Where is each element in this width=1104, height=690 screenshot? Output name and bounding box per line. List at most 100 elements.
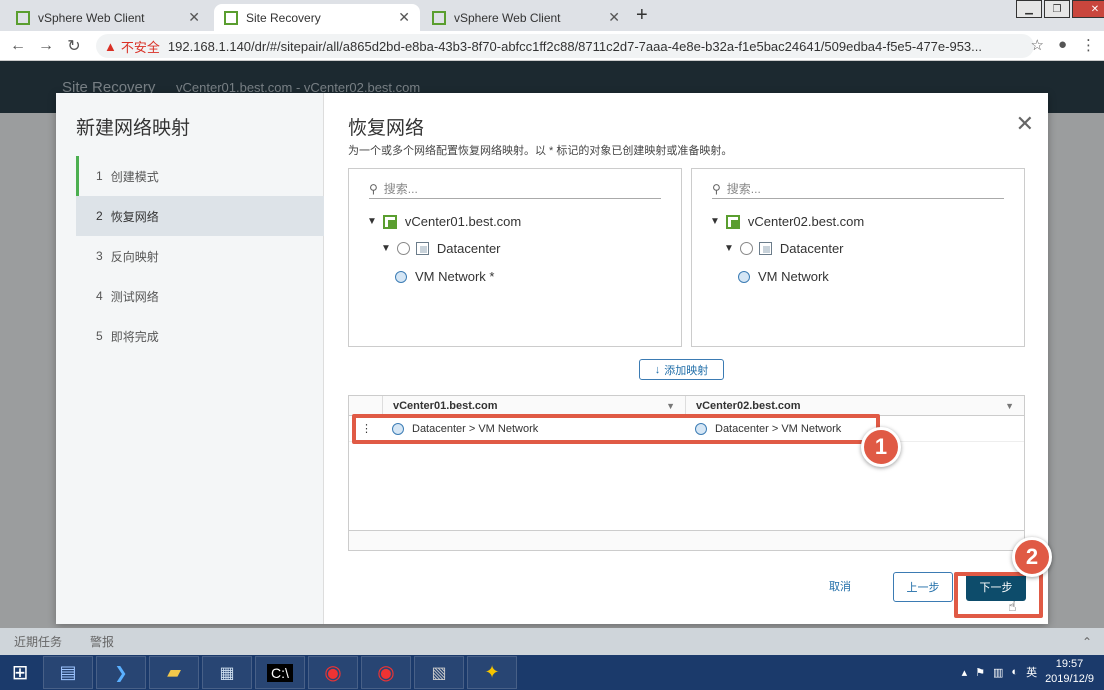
close-icon[interactable]: ✕ <box>188 9 200 26</box>
cmd-icon: C:\ <box>267 663 293 682</box>
column-header-target[interactable]: vCenter02.best.com ▼ <box>685 396 1024 415</box>
tray-flag-icon[interactable]: ⚑ <box>975 666 985 679</box>
tree-node-vcenter[interactable]: ▼ vCenter01.best.com <box>367 214 521 229</box>
windows-logo-icon: ⊞ <box>11 662 29 684</box>
content-title: 恢复网络 <box>348 118 425 139</box>
chrome-icon: ◉ <box>324 662 342 684</box>
url-input[interactable]: ▲ 不安全 192.168.1.140/dr/#/sitepair/all/a8… <box>96 34 1034 58</box>
datacenter-radio[interactable] <box>396 242 410 255</box>
close-icon[interactable]: ✕ <box>398 9 410 26</box>
tree-node-network[interactable]: VM Network * <box>395 269 494 284</box>
step-recovery-network[interactable]: 2 恢复网络 <box>76 196 324 236</box>
taskbar-powershell[interactable]: ❯ <box>96 656 146 689</box>
step-test-network[interactable]: 4 测试网络 <box>76 276 324 316</box>
taskbar-explorer[interactable]: ▰ <box>149 656 199 689</box>
new-network-mapping-dialog: 新建网络映射 1 创建模式 2 恢复网络 3 反向映射 4 测试网络 5 即将完… <box>56 93 1048 624</box>
tree-label: vCenter01.best.com <box>404 214 522 229</box>
tab-vsphere-1[interactable]: vSphere Web Client ✕ <box>6 4 210 31</box>
search-input[interactable]: ⚲ 搜索... <box>712 179 1004 199</box>
taskbar-chrome-1[interactable]: ◉ <box>308 656 358 689</box>
clock[interactable]: 19:57 2019/12/9 <box>1045 657 1094 687</box>
grid-header-spacer <box>349 396 382 415</box>
chevron-down-icon[interactable]: ▼ <box>381 243 391 254</box>
window-close-button[interactable]: ✕ <box>1072 0 1104 18</box>
step-label: 测试网络 <box>110 289 159 304</box>
vsphere-icon <box>16 10 30 25</box>
back-icon[interactable]: ← <box>4 37 32 55</box>
chevron-down-icon[interactable]: ▼ <box>367 216 377 227</box>
taskbar-paint[interactable]: ▧ <box>414 656 464 689</box>
clock-date: 2019/12/9 <box>1045 673 1094 685</box>
chevron-up-icon[interactable]: ⌃ <box>1082 635 1092 649</box>
browser-tab-bar: vSphere Web Client ✕ Site Recovery ✕ vSp… <box>0 0 1104 31</box>
datacenter-icon <box>415 242 429 255</box>
minimize-button[interactable]: ▁ <box>1016 0 1042 18</box>
tree-label: VM Network * <box>415 269 495 284</box>
taskbar-cmd[interactable]: C:\ <box>255 656 305 689</box>
chevron-down-icon[interactable]: ▼ <box>724 243 734 254</box>
filter-icon[interactable]: ▼ <box>1005 401 1014 411</box>
close-icon[interactable]: ✕ <box>608 9 620 26</box>
filter-icon[interactable]: ▼ <box>666 401 675 411</box>
annotation-highlight-row <box>352 414 880 444</box>
tree-label: Datacenter <box>779 241 844 256</box>
ime-indicator[interactable]: 英 <box>1026 664 1037 680</box>
column-header-source[interactable]: vCenter01.best.com ▼ <box>382 396 685 415</box>
pin-icon: ✦ <box>484 662 500 682</box>
paint-icon: ▧ <box>431 664 447 682</box>
window-controls: ▁ ❐ ✕ <box>1014 0 1104 18</box>
column-label: vCenter01.best.com <box>393 399 498 412</box>
step-label: 恢复网络 <box>110 209 159 224</box>
forward-icon[interactable]: → <box>32 37 60 55</box>
network-icon <box>738 270 750 283</box>
tray-volume-icon[interactable]: ◐ <box>1011 666 1018 678</box>
tree-node-vcenter[interactable]: ▼ vCenter02.best.com <box>710 214 864 229</box>
back-button[interactable]: 上一步 <box>893 572 953 602</box>
new-tab-button[interactable]: + <box>636 4 648 27</box>
site-recovery-icon <box>224 10 238 25</box>
menu-icon[interactable]: ⋮ <box>1081 36 1096 54</box>
tab-site-recovery[interactable]: Site Recovery ✕ <box>214 4 420 31</box>
recent-tasks-tab[interactable]: 近期任务 <box>14 633 62 650</box>
taskbar-app[interactable]: ✦ <box>467 656 517 689</box>
wizard-steps: 1 创建模式 2 恢复网络 3 反向映射 4 测试网络 5 即将完成 <box>76 156 324 356</box>
account-icon[interactable]: ● <box>1058 36 1067 54</box>
taskbar-chrome-2[interactable]: ◉ <box>361 656 411 689</box>
datacenter-radio[interactable] <box>739 242 753 255</box>
search-input[interactable]: ⚲ 搜索... <box>369 179 661 199</box>
cancel-button[interactable]: 取消 <box>829 578 851 594</box>
tray-chevron-up-icon[interactable]: ▴ <box>962 666 968 679</box>
reload-icon[interactable]: ↻ <box>60 36 88 56</box>
alarms-tab[interactable]: 警报 <box>90 633 114 650</box>
source-network-tree: ⚲ 搜索... ▼ vCenter01.best.com ▼ Datacente… <box>348 168 682 347</box>
add-mapping-button[interactable]: ↓ 添加映射 <box>639 359 724 380</box>
maximize-button[interactable]: ❐ <box>1044 0 1070 18</box>
step-label: 即将完成 <box>110 329 159 344</box>
close-dialog-icon[interactable]: ✕ <box>1016 111 1034 137</box>
tab-label: vSphere Web Client <box>38 10 145 25</box>
step-ready-to-complete[interactable]: 5 即将完成 <box>76 316 324 356</box>
system-tray: ▴ ⚑ ▥ ◐ 英 19:57 2019/12/9 <box>962 657 1094 687</box>
annotation-badge-2: 2 <box>1012 537 1052 577</box>
tree-node-datacenter[interactable]: ▼ Datacenter <box>724 241 844 256</box>
target-network-tree: ⚲ 搜索... ▼ vCenter02.best.com ▼ Datacente… <box>691 168 1025 347</box>
arrow-down-icon: ↓ <box>654 363 661 376</box>
taskbar-server-manager[interactable]: ▤ <box>43 656 93 689</box>
step-create-mode[interactable]: 1 创建模式 <box>76 156 324 196</box>
tree-node-network[interactable]: VM Network <box>738 269 829 284</box>
tab-vsphere-2[interactable]: vSphere Web Client ✕ <box>422 4 630 31</box>
tray-network-icon[interactable]: ▥ <box>993 666 1003 679</box>
windows-taskbar: ⊞ ▤ ❯ ▰ ▦ C:\ ◉ ◉ ▧ ✦ ▴ ⚑ ▥ ◐ 英 19:57 20… <box>0 655 1104 690</box>
chevron-down-icon[interactable]: ▼ <box>710 216 720 227</box>
clock-time: 19:57 <box>1055 658 1084 670</box>
start-button[interactable]: ⊞ <box>0 656 40 689</box>
browser-toolbar-icons: ☆ ● ⋮ <box>1030 36 1096 54</box>
powershell-icon: ❯ <box>114 664 128 682</box>
vsphere-icon <box>432 10 446 25</box>
taskbar-control-panel[interactable]: ▦ <box>202 656 252 689</box>
tree-node-datacenter[interactable]: ▼ Datacenter <box>381 241 501 256</box>
step-reverse-mapping[interactable]: 3 反向映射 <box>76 236 324 276</box>
star-icon[interactable]: ☆ <box>1030 36 1043 54</box>
step-label: 创建模式 <box>110 169 159 184</box>
insecure-label: 不安全 <box>120 39 160 55</box>
